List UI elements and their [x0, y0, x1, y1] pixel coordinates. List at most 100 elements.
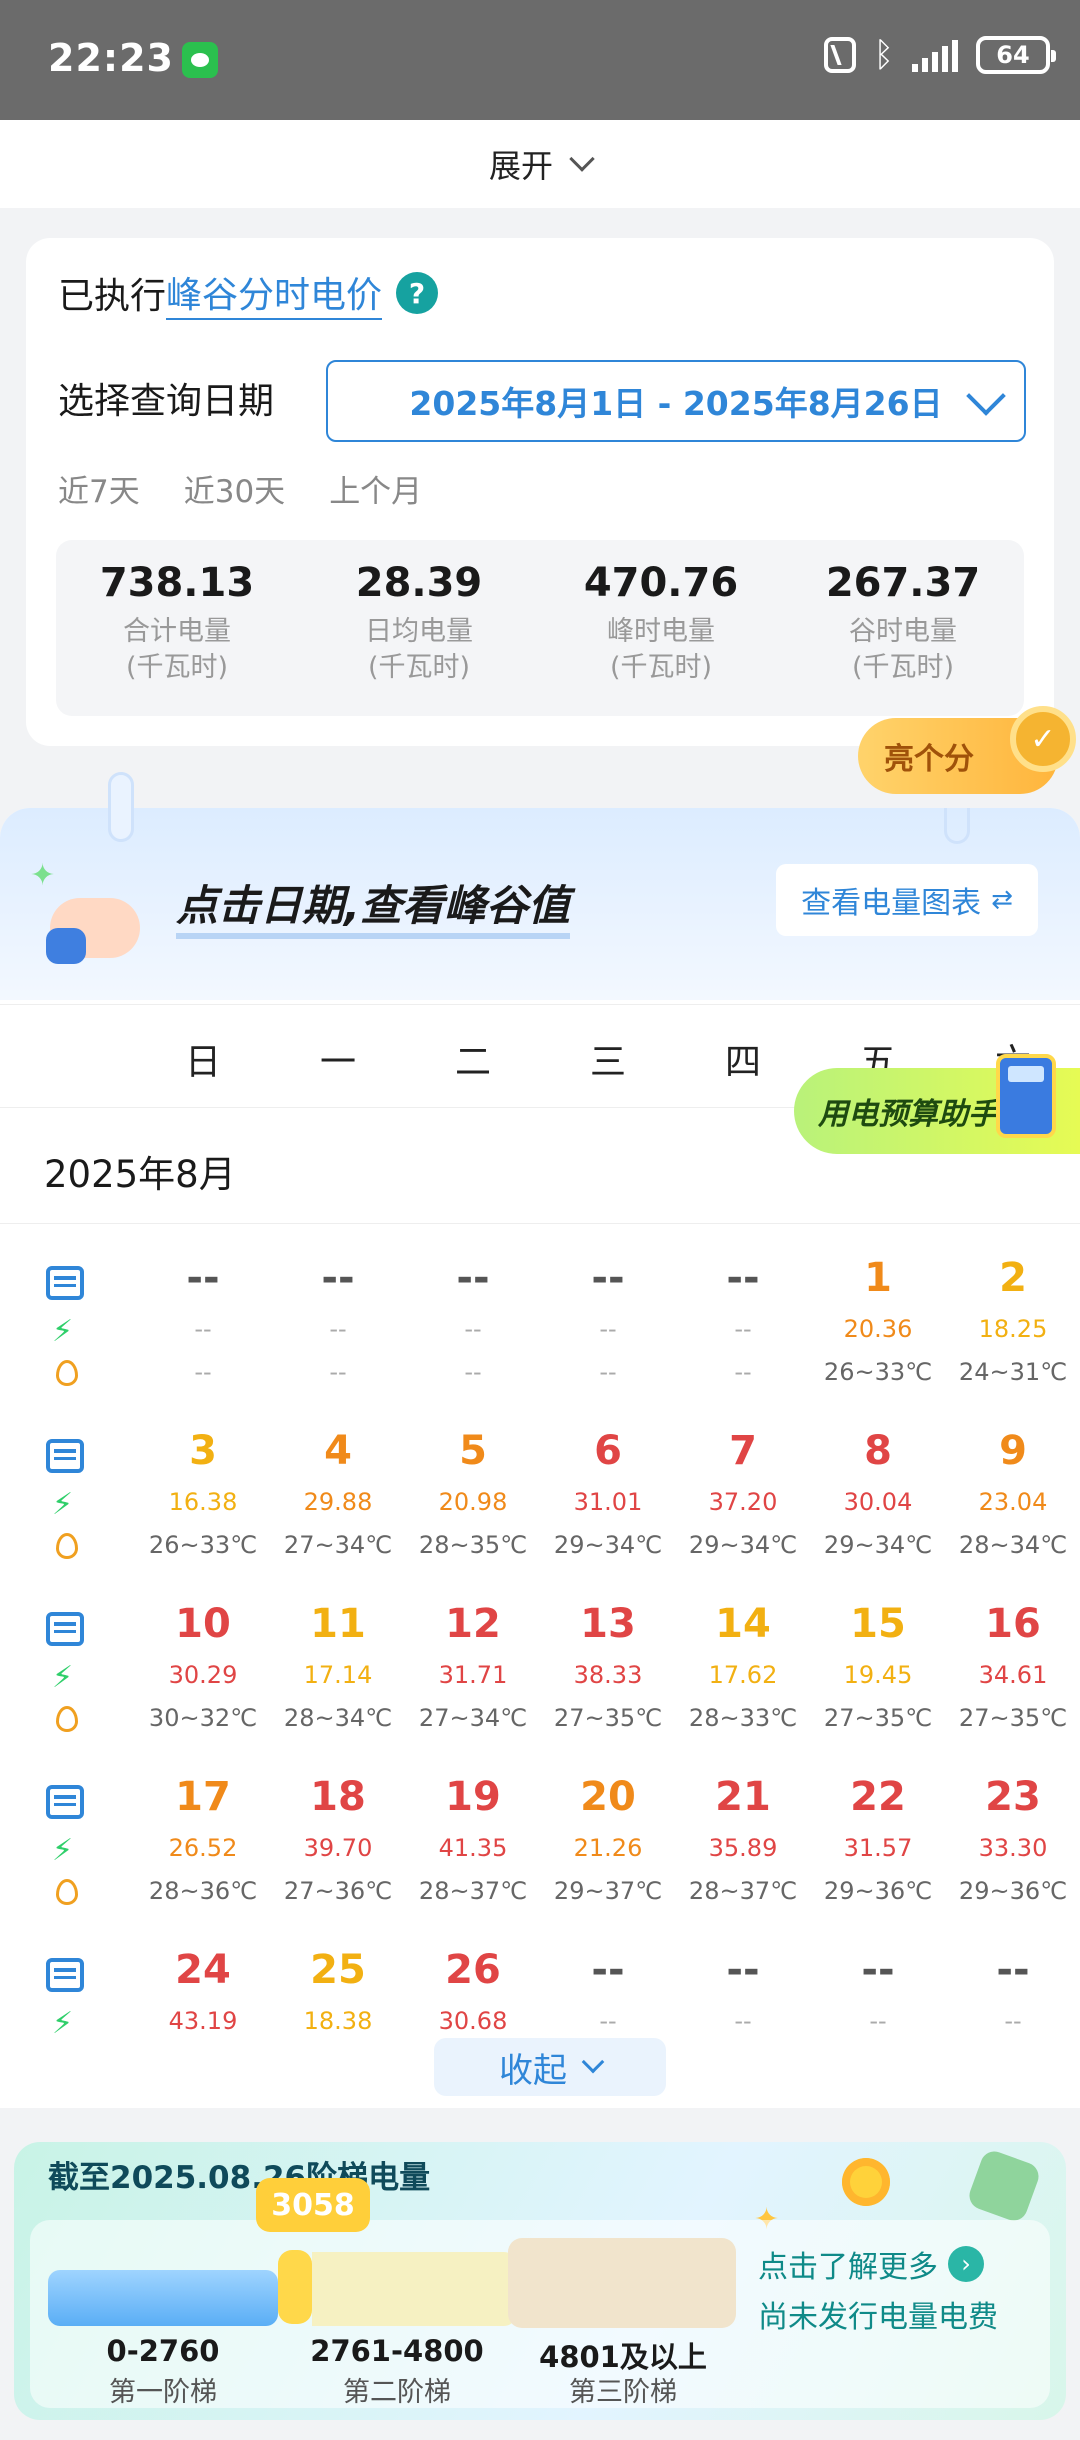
calendar-day-cell[interactable]: 5 20.98 28~35℃ — [408, 1421, 538, 1567]
day-number: -- — [726, 1947, 760, 1993]
calendar-day-cell[interactable]: 3 16.38 26~33℃ — [138, 1421, 268, 1567]
day-usage: 38.33 — [573, 1661, 643, 1689]
row-legend-icons: ⚡ — [46, 1429, 90, 1569]
calendar-day-cell: -- -- — [948, 1940, 1078, 2086]
day-number: 4 — [324, 1428, 352, 1474]
calendar-week-row: ⚡ 17 26.52 28~36℃ 18 39.70 27~36℃ 19 41.35 28~37℃… — [0, 1767, 1080, 1939]
calendar-day-cell[interactable]: 8 30.04 29~34℃ — [813, 1421, 943, 1567]
day-number: -- — [591, 1947, 625, 1993]
nfc-icon — [823, 37, 856, 73]
stat-value: 28.39 — [355, 560, 483, 606]
collapse-button[interactable]: 收起 — [434, 2038, 666, 2096]
calendar-day-cell[interactable]: 20 21.26 29~37℃ — [543, 1767, 673, 1913]
tier2-name: 第二阶梯 — [343, 2377, 451, 2408]
day-temperature — [948, 2042, 1078, 2086]
calendar-day-cell[interactable]: 18 39.70 27~36℃ — [273, 1767, 403, 1913]
day-number: -- — [996, 1947, 1030, 1993]
calendar-day-cell[interactable]: 19 41.35 28~37℃ — [408, 1767, 538, 1913]
day-usage: 17.62 — [708, 1661, 778, 1689]
tier-usage-card[interactable]: 截至2025.08.26阶梯电量 ✦ 3058 0-2760 第一阶梯 2761… — [14, 2142, 1066, 2420]
tier2-range: 2761-4800 — [310, 2334, 484, 2368]
day-usage: 16.38 — [168, 1488, 238, 1516]
day-number: 3 — [189, 1428, 217, 1474]
calendar-day-cell[interactable]: 24 43.19 — [138, 1940, 268, 2086]
day-usage: -- — [599, 1315, 617, 1343]
binder-pin-icon — [944, 808, 970, 844]
weekday-label: 四 — [724, 1042, 761, 1083]
calendar-day-cell[interactable]: 13 38.33 27~35℃ — [543, 1594, 673, 1740]
day-usage: -- — [464, 1315, 482, 1343]
calendar-day-cell[interactable]: 2 18.25 24~31℃ — [948, 1248, 1078, 1394]
calendar-day-cell[interactable]: 4 29.88 27~34℃ — [273, 1421, 403, 1567]
date-range-select[interactable]: 2025年8月1日 - 2025年8月26日 — [326, 360, 1026, 442]
view-chart-button[interactable]: 查看电量图表 ⇄ — [776, 864, 1038, 936]
day-number: 24 — [175, 1947, 231, 1993]
date-range-value: 2025年8月1日 - 2025年8月26日 — [409, 384, 943, 423]
calendar-day-cell[interactable]: 21 35.89 28~37℃ — [678, 1767, 808, 1913]
day-usage: 34.61 — [978, 1661, 1048, 1689]
expand-button[interactable]: 展开 — [0, 120, 1080, 208]
calendar-day-cell[interactable]: 14 17.62 28~33℃ — [678, 1594, 808, 1740]
stat-label: 峰时电量 — [607, 616, 715, 647]
calendar-day-cell: -- -- -- — [543, 1248, 673, 1394]
calendar-icon — [46, 1958, 84, 1992]
signal-icon — [912, 38, 958, 72]
stat-value: 738.13 — [99, 560, 255, 606]
quick-range-last-month[interactable]: 上个月 — [329, 466, 422, 511]
calendar-day-cell[interactable]: 23 33.30 29~36℃ — [948, 1767, 1078, 1913]
row-legend-icons: ⚡ — [46, 1948, 90, 2088]
day-number: 20 — [580, 1774, 636, 1820]
calendar-day-cell[interactable]: 11 17.14 28~34℃ — [273, 1594, 403, 1740]
day-usage: 21.26 — [573, 1834, 643, 1862]
lightning-icon: ⚡ — [52, 1314, 74, 1349]
day-temperature: 30~32℃ — [148, 1704, 258, 1732]
calendar-day-cell[interactable]: 12 31.71 27~34℃ — [408, 1594, 538, 1740]
calendar-icon — [46, 1266, 84, 1300]
day-number: 5 — [459, 1428, 487, 1474]
day-usage: 17.14 — [303, 1661, 373, 1689]
weekday-label: 日 — [184, 1042, 221, 1083]
day-temperature: -- — [464, 1358, 482, 1386]
day-temperature: 29~36℃ — [823, 1877, 933, 1905]
calendar-day-cell[interactable]: 25 18.38 — [273, 1940, 403, 2086]
usage-summary-card: 已执行 峰谷分时电价 ? 选择查询日期 2025年8月1日 - 2025年8月2… — [26, 238, 1054, 746]
day-number: -- — [456, 1255, 490, 1301]
status-icons: ᛒ 64 — [823, 36, 1056, 74]
help-icon[interactable]: ? — [396, 272, 439, 314]
day-temperature: 29~34℃ — [553, 1531, 663, 1559]
calendar-day-cell[interactable]: 17 26.52 28~36℃ — [138, 1767, 268, 1913]
quick-range-options: 近7天 近30天 上个月 — [58, 466, 422, 511]
day-temperature: 29~34℃ — [823, 1531, 933, 1559]
row-legend-icons: ⚡ — [46, 1775, 90, 1915]
calendar-day-cell[interactable]: 9 23.04 28~34℃ — [948, 1421, 1078, 1567]
day-usage: 43.19 — [168, 2007, 238, 2035]
pricing-plan-row: 已执行 峰谷分时电价 ? — [58, 266, 439, 320]
day-temperature: -- — [734, 1358, 752, 1386]
learn-more-link[interactable]: 点击了解更多 › — [758, 2242, 984, 2286]
chevron-down-icon — [581, 2050, 605, 2074]
calendar-day-cell[interactable]: 22 31.57 29~36℃ — [813, 1767, 943, 1913]
day-usage: -- — [599, 2007, 617, 2035]
day-temperature: 26~33℃ — [148, 1531, 258, 1559]
show-score-label: 亮个分 — [884, 742, 974, 777]
pricing-plan-link[interactable]: 峰谷分时电价 — [166, 266, 383, 320]
weekday-label: 二 — [454, 1042, 491, 1083]
day-number: -- — [591, 1255, 625, 1301]
calendar-day-cell[interactable]: 10 30.29 30~32℃ — [138, 1594, 268, 1740]
quick-range-30d[interactable]: 近30天 — [184, 466, 285, 511]
calendar-day-cell[interactable]: 16 34.61 27~35℃ — [948, 1594, 1078, 1740]
day-usage: -- — [734, 1315, 752, 1343]
hint-text: 点击日期,查看峰谷值 — [176, 872, 570, 939]
day-temperature — [273, 2042, 403, 2086]
day-number: 26 — [445, 1947, 501, 1993]
calendar-day-cell[interactable]: 15 19.45 27~35℃ — [813, 1594, 943, 1740]
calendar-week-row: ⚡ 10 30.29 30~32℃ 11 17.14 28~34℃ 12 31.71 27~34℃… — [0, 1594, 1080, 1766]
calendar-day-cell[interactable]: 7 37.20 29~34℃ — [678, 1421, 808, 1567]
quick-range-7d[interactable]: 近7天 — [58, 466, 140, 511]
calendar-day-cell[interactable]: 1 20.36 26~33℃ — [813, 1248, 943, 1394]
calendar-day-cell[interactable]: 6 31.01 29~34℃ — [543, 1421, 673, 1567]
day-usage: 31.57 — [843, 1834, 913, 1862]
view-chart-label: 查看电量图表 — [801, 886, 982, 921]
day-usage: 20.36 — [843, 1315, 913, 1343]
day-number: 8 — [864, 1428, 892, 1474]
